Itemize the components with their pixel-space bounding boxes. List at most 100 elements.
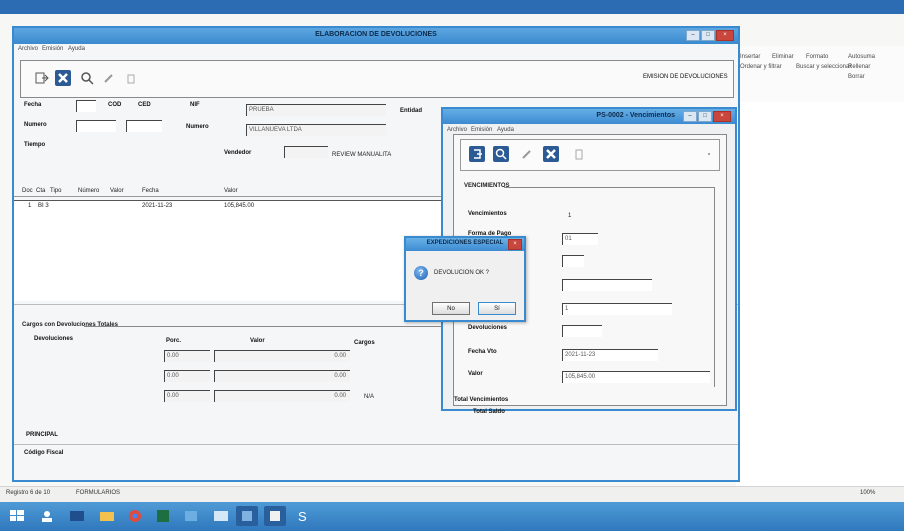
maximize-icon[interactable]: □ xyxy=(698,111,712,122)
no-button[interactable]: No xyxy=(432,302,470,315)
tiempo-label: Tiempo xyxy=(24,142,46,148)
taskbar: S xyxy=(0,502,904,531)
user-icon[interactable] xyxy=(36,506,58,526)
v-menu-archivo[interactable]: Archivo xyxy=(447,127,467,133)
app-icon-2[interactable] xyxy=(210,506,232,526)
search-icon[interactable] xyxy=(493,146,509,162)
devoluciones-titlebar[interactable]: ELABORACION DE DEVOLUCIONES – □ × xyxy=(14,28,738,44)
devoluciones-field-2[interactable] xyxy=(562,325,602,337)
numero-doc-label: Numero xyxy=(24,122,47,128)
maximize-icon[interactable]: □ xyxy=(701,30,715,41)
entidad-field[interactable]: PRUEBA xyxy=(246,104,386,116)
v-devoluciones-label: Devoluciones xyxy=(468,325,508,331)
row-valor: 105,845.00 xyxy=(224,203,255,209)
search-icon[interactable] xyxy=(79,70,95,86)
minimize-icon[interactable]: – xyxy=(683,111,697,122)
forma-pago-field[interactable]: 01 xyxy=(562,233,598,245)
fecha-vto-label: Fecha Vto xyxy=(468,349,497,355)
exit-icon[interactable] xyxy=(33,70,49,86)
status-zoom[interactable]: 100% xyxy=(860,490,875,496)
v-menu-ayuda[interactable]: Ayuda xyxy=(497,127,514,133)
confirm-dialog: EXPEDICIONES ESPECIAL × ? DEVOLUCION OK … xyxy=(404,236,526,322)
numero-field[interactable]: VILLANUEVA LTDA xyxy=(246,124,386,136)
ribbon-sort-filter[interactable]: Ordenar y filtrar xyxy=(740,64,782,70)
valor-field-3[interactable]: 0.00 xyxy=(214,390,350,402)
nif-label: NIF xyxy=(190,102,200,108)
delete-icon[interactable] xyxy=(571,146,587,162)
ribbon-insert[interactable]: Insertar xyxy=(740,54,760,60)
close-icon[interactable]: × xyxy=(508,239,522,250)
devoluciones-label: Devoluciones xyxy=(34,336,74,342)
close-icon[interactable]: × xyxy=(713,111,731,122)
ribbon-format[interactable]: Formato xyxy=(806,54,828,60)
app-icon-3[interactable] xyxy=(236,506,258,526)
table-row[interactable]: 1 BI 3 2021-11-23 105,845.00 xyxy=(14,202,446,211)
vencimientos-label: Vencimientos xyxy=(468,211,507,217)
table-top-divider xyxy=(14,196,446,197)
background-sheet xyxy=(736,102,904,502)
cargos-group-line xyxy=(84,326,444,327)
ribbon-delete[interactable]: Eliminar xyxy=(772,54,794,60)
powershell-icon[interactable] xyxy=(66,506,88,526)
si-button[interactable]: Sí xyxy=(478,302,516,315)
question-icon: ? xyxy=(414,266,428,280)
detalle-field[interactable] xyxy=(562,279,652,291)
vencimientos-titlebar[interactable]: PS-0002 - Vencimientos – □ × xyxy=(443,109,735,124)
cargos-label: Cargos xyxy=(354,340,375,346)
edit-icon[interactable] xyxy=(519,146,535,162)
porc-field-3[interactable]: 0.00 xyxy=(164,390,210,402)
vencimientos-section-line xyxy=(504,187,714,188)
col-valor: Valor xyxy=(110,188,124,194)
vendedor-label: Vendedor xyxy=(224,150,252,156)
total-saldo-label: Total Saldo xyxy=(473,409,505,415)
codigo-fiscal-label: Código Fiscal xyxy=(24,450,64,456)
entidad-label: Entidad xyxy=(400,108,422,114)
ribbon-autosum[interactable]: Autosuma xyxy=(848,54,875,60)
app-icon-4[interactable] xyxy=(264,506,286,526)
delete-icon[interactable] xyxy=(123,70,139,86)
documents-table[interactable]: 1 BI 3 2021-11-23 105,845.00 xyxy=(14,200,446,301)
fecha-vto-field[interactable]: 2021-11-23 xyxy=(562,349,658,361)
background-ribbon: Insertar Eliminar Formato Autosuma Relle… xyxy=(736,46,904,103)
principal-label: PRINCIPAL xyxy=(26,432,58,438)
forma-pago-field-2[interactable] xyxy=(562,255,584,267)
minimize-icon[interactable]: – xyxy=(686,30,700,41)
menu-emision[interactable]: Emisión xyxy=(42,46,63,52)
ced-label: CED xyxy=(138,102,151,108)
status-label: EMISION DE DEVOLUCIONES xyxy=(643,74,728,80)
row-tipo: BI 3 xyxy=(38,203,49,209)
valor-field-2[interactable]: 0.00 xyxy=(214,370,350,382)
porc-field-2[interactable]: 0.00 xyxy=(164,370,210,382)
folder-icon[interactable] xyxy=(96,506,118,526)
menu-bar: Archivo Emisión Ayuda xyxy=(14,44,738,55)
help-icon[interactable] xyxy=(701,146,717,162)
numero-doc-field[interactable] xyxy=(76,120,116,132)
menu-archivo[interactable]: Archivo xyxy=(18,46,38,52)
app-icon-5[interactable]: S xyxy=(292,506,314,526)
app-icon[interactable] xyxy=(180,506,202,526)
porc-field-1[interactable]: 0.00 xyxy=(164,350,210,362)
total-vencimientos-label: Total Vencimientos xyxy=(454,397,509,403)
start-icon[interactable] xyxy=(6,506,28,526)
porc-label: Porc. xyxy=(166,338,182,344)
chrome-icon[interactable] xyxy=(124,506,146,526)
excel-icon[interactable] xyxy=(152,506,174,526)
cancel-icon[interactable] xyxy=(543,146,559,162)
vencimientos-section-border xyxy=(714,187,715,387)
menu-ayuda[interactable]: Ayuda xyxy=(68,46,85,52)
close-icon[interactable]: × xyxy=(716,30,734,41)
vendedor-code-field[interactable] xyxy=(284,146,328,158)
v-menu-emision[interactable]: Emisión xyxy=(471,127,492,133)
devoluciones-field[interactable]: 1 xyxy=(562,303,672,315)
dialog-titlebar[interactable]: EXPEDICIONES ESPECIAL × xyxy=(406,238,524,251)
valor-label: Valor xyxy=(250,338,265,344)
valor-field-1[interactable]: 0.00 xyxy=(214,350,350,362)
cancel-icon[interactable] xyxy=(55,70,71,86)
numero-doc-field-2[interactable] xyxy=(126,120,162,132)
ribbon-find-select[interactable]: Buscar y seleccionar xyxy=(796,64,851,70)
exit-icon[interactable] xyxy=(469,146,485,162)
edit-icon[interactable] xyxy=(101,70,117,86)
fecha-field[interactable] xyxy=(76,100,96,112)
valor-field[interactable]: 105,845.00 xyxy=(562,371,710,383)
ribbon-clear[interactable]: Borrar xyxy=(848,74,865,80)
